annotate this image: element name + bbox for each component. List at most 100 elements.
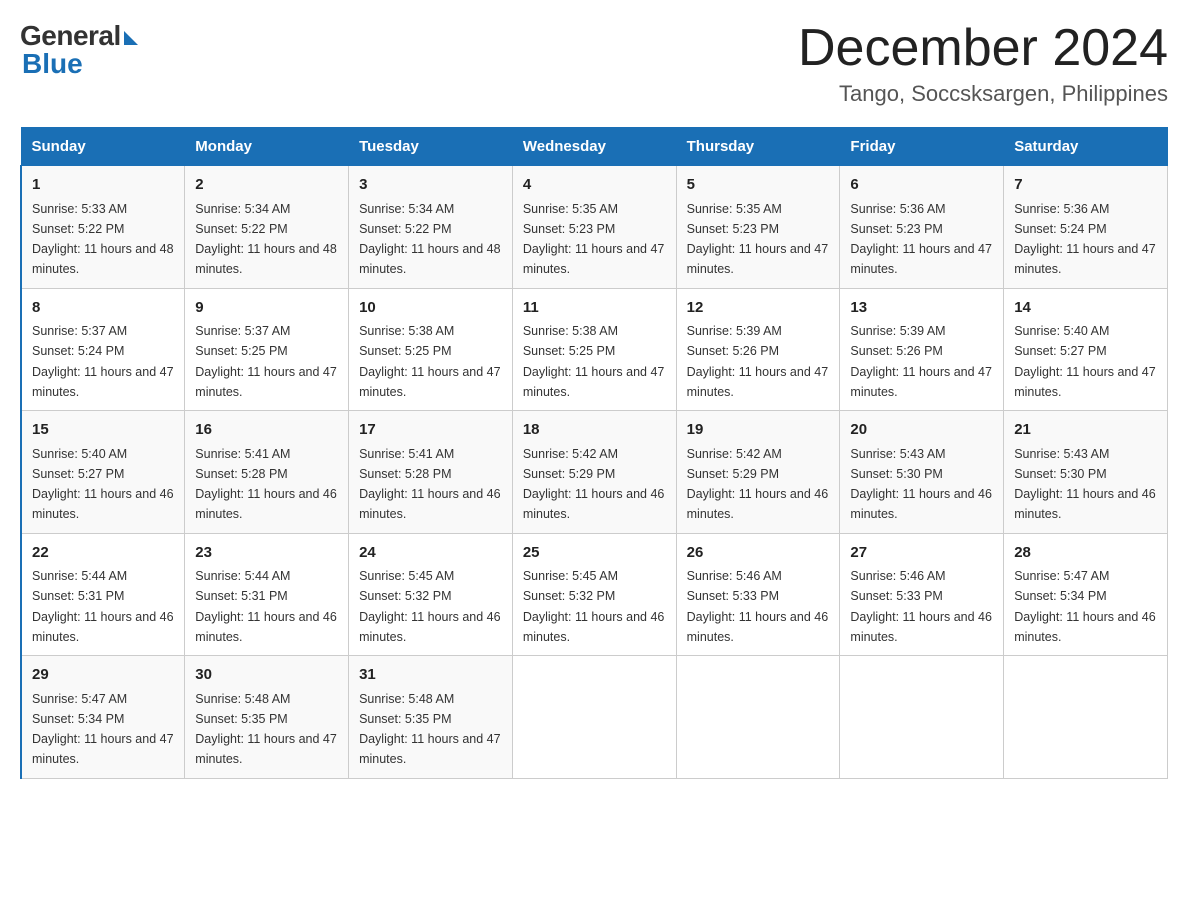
day-info: Sunrise: 5:43 AMSunset: 5:30 PMDaylight:…	[850, 447, 992, 522]
table-row	[676, 656, 840, 779]
day-number: 18	[523, 419, 666, 442]
logo-arrow-icon	[124, 31, 138, 45]
day-info: Sunrise: 5:41 AMSunset: 5:28 PMDaylight:…	[195, 447, 337, 522]
day-number: 15	[32, 419, 174, 442]
table-row: 8 Sunrise: 5:37 AMSunset: 5:24 PMDayligh…	[21, 288, 185, 411]
day-number: 30	[195, 664, 338, 687]
day-number: 27	[850, 542, 993, 565]
day-info: Sunrise: 5:33 AMSunset: 5:22 PMDaylight:…	[32, 202, 174, 277]
calendar-table: Sunday Monday Tuesday Wednesday Thursday…	[20, 127, 1168, 779]
day-number: 31	[359, 664, 502, 687]
day-info: Sunrise: 5:35 AMSunset: 5:23 PMDaylight:…	[523, 202, 665, 277]
day-number: 6	[850, 174, 993, 197]
day-info: Sunrise: 5:45 AMSunset: 5:32 PMDaylight:…	[359, 569, 501, 644]
day-info: Sunrise: 5:42 AMSunset: 5:29 PMDaylight:…	[687, 447, 829, 522]
table-row: 21 Sunrise: 5:43 AMSunset: 5:30 PMDaylig…	[1004, 411, 1168, 534]
col-thursday: Thursday	[676, 128, 840, 166]
location-title: Tango, Soccsksargen, Philippines	[798, 81, 1168, 107]
col-friday: Friday	[840, 128, 1004, 166]
table-row: 26 Sunrise: 5:46 AMSunset: 5:33 PMDaylig…	[676, 533, 840, 656]
table-row: 16 Sunrise: 5:41 AMSunset: 5:28 PMDaylig…	[185, 411, 349, 534]
day-info: Sunrise: 5:43 AMSunset: 5:30 PMDaylight:…	[1014, 447, 1156, 522]
day-info: Sunrise: 5:35 AMSunset: 5:23 PMDaylight:…	[687, 202, 829, 277]
day-info: Sunrise: 5:36 AMSunset: 5:24 PMDaylight:…	[1014, 202, 1156, 277]
table-row: 1 Sunrise: 5:33 AMSunset: 5:22 PMDayligh…	[21, 166, 185, 289]
table-row: 2 Sunrise: 5:34 AMSunset: 5:22 PMDayligh…	[185, 166, 349, 289]
day-info: Sunrise: 5:44 AMSunset: 5:31 PMDaylight:…	[32, 569, 174, 644]
table-row: 7 Sunrise: 5:36 AMSunset: 5:24 PMDayligh…	[1004, 166, 1168, 289]
day-number: 3	[359, 174, 502, 197]
table-row: 19 Sunrise: 5:42 AMSunset: 5:29 PMDaylig…	[676, 411, 840, 534]
calendar-row: 15 Sunrise: 5:40 AMSunset: 5:27 PMDaylig…	[21, 411, 1168, 534]
day-info: Sunrise: 5:34 AMSunset: 5:22 PMDaylight:…	[195, 202, 337, 277]
day-number: 10	[359, 297, 502, 320]
day-number: 9	[195, 297, 338, 320]
day-number: 5	[687, 174, 830, 197]
day-info: Sunrise: 5:38 AMSunset: 5:25 PMDaylight:…	[523, 324, 665, 399]
table-row: 20 Sunrise: 5:43 AMSunset: 5:30 PMDaylig…	[840, 411, 1004, 534]
day-info: Sunrise: 5:47 AMSunset: 5:34 PMDaylight:…	[32, 692, 174, 767]
table-row: 10 Sunrise: 5:38 AMSunset: 5:25 PMDaylig…	[349, 288, 513, 411]
day-info: Sunrise: 5:39 AMSunset: 5:26 PMDaylight:…	[850, 324, 992, 399]
title-block: December 2024 Tango, Soccsksargen, Phili…	[798, 20, 1168, 107]
day-info: Sunrise: 5:46 AMSunset: 5:33 PMDaylight:…	[850, 569, 992, 644]
day-info: Sunrise: 5:45 AMSunset: 5:32 PMDaylight:…	[523, 569, 665, 644]
day-info: Sunrise: 5:41 AMSunset: 5:28 PMDaylight:…	[359, 447, 501, 522]
table-row: 25 Sunrise: 5:45 AMSunset: 5:32 PMDaylig…	[512, 533, 676, 656]
day-info: Sunrise: 5:37 AMSunset: 5:24 PMDaylight:…	[32, 324, 174, 399]
day-info: Sunrise: 5:37 AMSunset: 5:25 PMDaylight:…	[195, 324, 337, 399]
table-row	[512, 656, 676, 779]
day-number: 25	[523, 542, 666, 565]
day-info: Sunrise: 5:47 AMSunset: 5:34 PMDaylight:…	[1014, 569, 1156, 644]
table-row: 18 Sunrise: 5:42 AMSunset: 5:29 PMDaylig…	[512, 411, 676, 534]
day-number: 29	[32, 664, 174, 687]
table-row: 31 Sunrise: 5:48 AMSunset: 5:35 PMDaylig…	[349, 656, 513, 779]
table-row: 11 Sunrise: 5:38 AMSunset: 5:25 PMDaylig…	[512, 288, 676, 411]
calendar-header: Sunday Monday Tuesday Wednesday Thursday…	[21, 128, 1168, 166]
day-number: 4	[523, 174, 666, 197]
table-row: 9 Sunrise: 5:37 AMSunset: 5:25 PMDayligh…	[185, 288, 349, 411]
table-row	[840, 656, 1004, 779]
day-number: 21	[1014, 419, 1157, 442]
calendar-row: 1 Sunrise: 5:33 AMSunset: 5:22 PMDayligh…	[21, 166, 1168, 289]
day-info: Sunrise: 5:34 AMSunset: 5:22 PMDaylight:…	[359, 202, 501, 277]
calendar-row: 8 Sunrise: 5:37 AMSunset: 5:24 PMDayligh…	[21, 288, 1168, 411]
logo-blue-text: Blue	[22, 48, 83, 80]
table-row: 3 Sunrise: 5:34 AMSunset: 5:22 PMDayligh…	[349, 166, 513, 289]
day-info: Sunrise: 5:40 AMSunset: 5:27 PMDaylight:…	[1014, 324, 1156, 399]
table-row: 15 Sunrise: 5:40 AMSunset: 5:27 PMDaylig…	[21, 411, 185, 534]
col-wednesday: Wednesday	[512, 128, 676, 166]
table-row: 28 Sunrise: 5:47 AMSunset: 5:34 PMDaylig…	[1004, 533, 1168, 656]
day-number: 1	[32, 174, 174, 197]
table-row: 6 Sunrise: 5:36 AMSunset: 5:23 PMDayligh…	[840, 166, 1004, 289]
day-info: Sunrise: 5:40 AMSunset: 5:27 PMDaylight:…	[32, 447, 174, 522]
col-sunday: Sunday	[21, 128, 185, 166]
table-row	[1004, 656, 1168, 779]
table-row: 13 Sunrise: 5:39 AMSunset: 5:26 PMDaylig…	[840, 288, 1004, 411]
day-number: 8	[32, 297, 174, 320]
table-row: 17 Sunrise: 5:41 AMSunset: 5:28 PMDaylig…	[349, 411, 513, 534]
col-monday: Monday	[185, 128, 349, 166]
day-info: Sunrise: 5:42 AMSunset: 5:29 PMDaylight:…	[523, 447, 665, 522]
day-number: 7	[1014, 174, 1157, 197]
day-info: Sunrise: 5:48 AMSunset: 5:35 PMDaylight:…	[195, 692, 337, 767]
table-row: 23 Sunrise: 5:44 AMSunset: 5:31 PMDaylig…	[185, 533, 349, 656]
logo: General Blue	[20, 20, 138, 80]
calendar-row: 29 Sunrise: 5:47 AMSunset: 5:34 PMDaylig…	[21, 656, 1168, 779]
table-row: 29 Sunrise: 5:47 AMSunset: 5:34 PMDaylig…	[21, 656, 185, 779]
table-row: 12 Sunrise: 5:39 AMSunset: 5:26 PMDaylig…	[676, 288, 840, 411]
day-info: Sunrise: 5:44 AMSunset: 5:31 PMDaylight:…	[195, 569, 337, 644]
day-number: 20	[850, 419, 993, 442]
header: General Blue December 2024 Tango, Soccsk…	[20, 20, 1168, 107]
table-row: 5 Sunrise: 5:35 AMSunset: 5:23 PMDayligh…	[676, 166, 840, 289]
calendar-row: 22 Sunrise: 5:44 AMSunset: 5:31 PMDaylig…	[21, 533, 1168, 656]
col-tuesday: Tuesday	[349, 128, 513, 166]
table-row: 14 Sunrise: 5:40 AMSunset: 5:27 PMDaylig…	[1004, 288, 1168, 411]
col-saturday: Saturday	[1004, 128, 1168, 166]
month-title: December 2024	[798, 20, 1168, 77]
day-info: Sunrise: 5:38 AMSunset: 5:25 PMDaylight:…	[359, 324, 501, 399]
header-row: Sunday Monday Tuesday Wednesday Thursday…	[21, 128, 1168, 166]
calendar-body: 1 Sunrise: 5:33 AMSunset: 5:22 PMDayligh…	[21, 166, 1168, 779]
day-number: 19	[687, 419, 830, 442]
day-info: Sunrise: 5:46 AMSunset: 5:33 PMDaylight:…	[687, 569, 829, 644]
